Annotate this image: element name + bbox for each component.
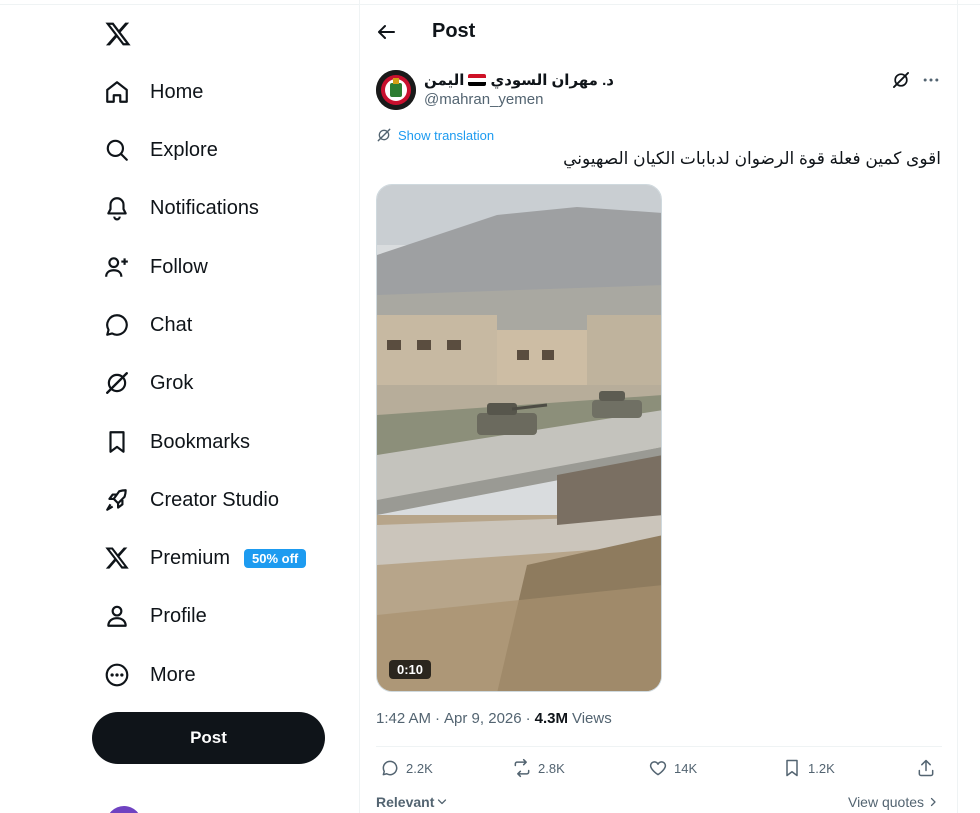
nav-label-notifications: Notifications — [150, 196, 259, 219]
x-logo-icon[interactable] — [104, 20, 132, 48]
nav-home[interactable]: Home — [104, 72, 203, 112]
video-frame — [377, 185, 661, 691]
sidebar: Home Explore Notifications Follow Chat G… — [0, 0, 360, 813]
sort-dropdown[interactable]: Relevant — [376, 794, 448, 810]
bookmark-count: 1.2K — [808, 760, 835, 776]
nav-grok[interactable]: Grok — [104, 363, 193, 403]
post-metadata: 1:42 AM · Apr 9, 2026 · 4.3M Views — [376, 710, 612, 727]
meta-separator: · — [435, 710, 441, 727]
nav-profile[interactable]: Profile — [104, 596, 207, 636]
nav-premium[interactable]: Premium 50% off — [104, 538, 307, 578]
repost-icon — [514, 758, 530, 778]
author-display-name: د. مهران السودي — [490, 72, 615, 89]
nav-creator-studio[interactable]: Creator Studio — [104, 480, 279, 520]
show-translation-label: Show translation — [398, 127, 495, 143]
more-circle-icon — [104, 662, 130, 688]
grok-icon[interactable] — [891, 70, 911, 90]
nav-label-home: Home — [150, 80, 204, 103]
more-options-icon[interactable] — [921, 70, 941, 90]
nav-label-more: More — [150, 663, 196, 686]
sort-label: Relevant — [376, 794, 435, 810]
chevron-down-icon — [438, 799, 447, 805]
back-arrow-icon[interactable] — [374, 20, 398, 44]
bookmark-icon — [786, 759, 798, 777]
reply-count: 2.2K — [406, 760, 433, 776]
view-quotes-link[interactable]: View quotes — [848, 794, 939, 810]
rocket-icon — [104, 487, 130, 513]
nav-explore[interactable]: Explore — [104, 130, 218, 170]
engagement-bar: 2.2K 2.8K 14K 1.2K — [376, 758, 942, 786]
yemen-flag-icon — [468, 74, 487, 86]
meta-separator: · — [525, 710, 531, 727]
x-logo-icon — [104, 545, 130, 571]
main-column: Post د. مهران السودي اليمن @mahran_yemen… — [360, 0, 958, 813]
nav-label-explore: Explore — [150, 138, 218, 161]
like-count: 14K — [674, 760, 698, 776]
nav-notifications[interactable]: Notifications — [104, 188, 259, 228]
repost-count: 2.8K — [538, 760, 565, 776]
views-label: Views — [571, 710, 612, 727]
bookmark-icon — [104, 429, 130, 455]
share-icon — [918, 759, 934, 777]
video-player[interactable]: 0:10 — [376, 184, 662, 692]
nav-label-creator-studio: Creator Studio — [150, 488, 279, 511]
discount-badge: 50% off — [244, 548, 307, 568]
nav-label-premium: Premium — [150, 546, 231, 569]
nav-follow[interactable]: Follow — [104, 247, 208, 287]
repost-button[interactable]: 2.8K — [512, 758, 565, 778]
nav-label-follow: Follow — [150, 255, 208, 278]
nav-label-profile: Profile — [150, 604, 207, 627]
search-icon — [104, 137, 130, 163]
heart-icon — [649, 761, 667, 776]
grok-icon — [377, 128, 391, 142]
views-count: 4.3M — [534, 710, 568, 727]
chevron-right-icon — [930, 797, 936, 807]
post-top-actions — [891, 70, 941, 90]
post-date[interactable]: Apr 9, 2026 — [444, 710, 522, 727]
home-icon — [104, 79, 130, 105]
nav-label-chat: Chat — [150, 313, 193, 336]
reply-button[interactable]: 2.2K — [380, 758, 433, 778]
person-icon — [104, 603, 130, 629]
author-handle[interactable]: @mahran_yemen — [424, 91, 543, 108]
show-translation-link[interactable]: Show translation — [376, 127, 494, 143]
author-name[interactable]: د. مهران السودي اليمن — [424, 71, 614, 89]
person-plus-icon — [104, 254, 130, 280]
divider — [376, 746, 942, 747]
reply-icon — [382, 760, 398, 776]
bell-icon — [104, 195, 130, 221]
post-time[interactable]: 1:42 AM — [376, 710, 431, 727]
bookmark-button[interactable]: 1.2K — [782, 758, 835, 778]
nav-label-grok: Grok — [150, 371, 194, 394]
view-quotes-label: View quotes — [847, 794, 924, 810]
tweet-text: اقوى كمين فعلة قوة الرضوان لدبابات الكيا… — [563, 149, 941, 168]
like-button[interactable]: 14K — [648, 758, 697, 778]
nav-bookmarks[interactable]: Bookmarks — [104, 422, 250, 462]
nav-more[interactable]: More — [104, 655, 196, 695]
post-header: Post — [360, 10, 958, 54]
share-button[interactable] — [916, 758, 936, 778]
chat-bubble-icon — [104, 312, 130, 338]
account-avatar[interactable] — [106, 806, 142, 813]
grok-icon — [104, 370, 130, 396]
nav-label-bookmarks: Bookmarks — [150, 430, 251, 453]
page-title: Post — [432, 20, 476, 42]
author-avatar[interactable] — [376, 70, 416, 110]
video-duration: 0:10 — [389, 660, 432, 679]
nav-chat[interactable]: Chat — [104, 305, 192, 345]
author-name-suffix: اليمن — [424, 72, 465, 89]
post-button[interactable]: Post — [92, 712, 325, 764]
